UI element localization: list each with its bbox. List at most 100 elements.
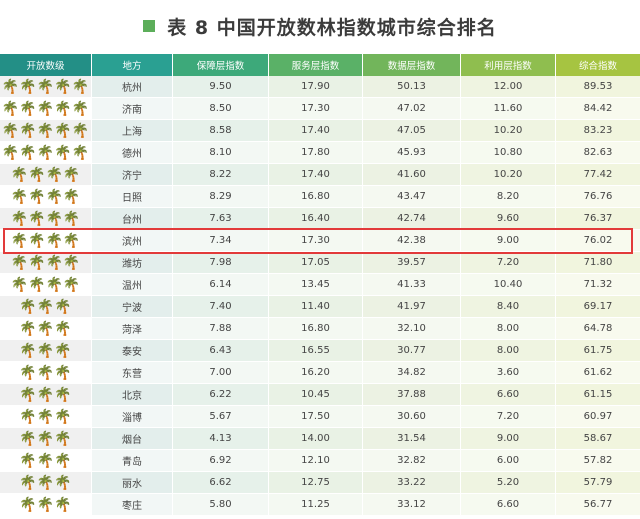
cell-data-index: 41.97: [363, 296, 461, 318]
cell-data-index: 34.82: [363, 362, 461, 384]
cell-service-index: 17.05: [269, 252, 363, 274]
table-row: 🌴🌴🌴🌴🌴 德州 8.10 17.80 45.93 10.80 82.63: [0, 142, 640, 164]
cell-composite-index: 76.02: [556, 230, 640, 252]
cell-guarantee-index: 7.00: [173, 362, 269, 384]
cell-composite-index: 69.17: [556, 296, 640, 318]
cell-usage-index: 10.40: [461, 274, 556, 296]
table-row: 🌴🌴🌴🌴 济宁 8.22 17.40 41.60 10.20 77.42: [0, 164, 640, 186]
cell-data-index: 43.47: [363, 186, 461, 208]
cell-data-index: 41.60: [363, 164, 461, 186]
cell-composite-index: 71.32: [556, 274, 640, 296]
table-row: 🌴🌴🌴 烟台 4.13 14.00 31.54 9.00 58.67: [0, 428, 640, 450]
cell-rank-level: 🌴🌴🌴🌴: [0, 186, 92, 208]
cell-rank-level: 🌴🌴🌴: [0, 450, 92, 472]
cell-usage-index: 6.60: [461, 494, 556, 516]
cell-service-index: 13.45: [269, 274, 363, 296]
cell-data-index: 37.88: [363, 384, 461, 406]
cell-service-index: 16.20: [269, 362, 363, 384]
cell-usage-index: 8.20: [461, 186, 556, 208]
cell-city: 烟台: [92, 428, 173, 450]
cell-guarantee-index: 9.50: [173, 76, 269, 98]
cell-usage-index: 9.60: [461, 208, 556, 230]
cell-city: 菏泽: [92, 318, 173, 340]
header-guarantee-index: 保障层指数: [173, 54, 269, 76]
cell-usage-index: 7.20: [461, 406, 556, 428]
cell-usage-index: 10.20: [461, 120, 556, 142]
cell-usage-index: 8.00: [461, 318, 556, 340]
cell-service-index: 14.00: [269, 428, 363, 450]
cell-rank-level: 🌴🌴🌴🌴: [0, 274, 92, 296]
table-row: 🌴🌴🌴 淄博 5.67 17.50 30.60 7.20 60.97: [0, 406, 640, 428]
cell-usage-index: 11.60: [461, 98, 556, 120]
cell-rank-level: 🌴🌴🌴🌴: [0, 208, 92, 230]
table-row: 🌴🌴🌴🌴🌴 济南 8.50 17.30 47.02 11.60 84.42: [0, 98, 640, 120]
cell-usage-index: 9.00: [461, 230, 556, 252]
cell-guarantee-index: 7.40: [173, 296, 269, 318]
cell-guarantee-index: 6.43: [173, 340, 269, 362]
cell-usage-index: 8.40: [461, 296, 556, 318]
table-row: 🌴🌴🌴 北京 6.22 10.45 37.88 6.60 61.15: [0, 384, 640, 406]
cell-data-index: 39.57: [363, 252, 461, 274]
cell-guarantee-index: 7.63: [173, 208, 269, 230]
cell-city: 德州: [92, 142, 173, 164]
cell-service-index: 17.50: [269, 406, 363, 428]
cell-guarantee-index: 8.22: [173, 164, 269, 186]
cell-composite-index: 83.23: [556, 120, 640, 142]
cell-composite-index: 61.75: [556, 340, 640, 362]
table-row: 🌴🌴🌴 丽水 6.62 12.75 33.22 5.20 57.79: [0, 472, 640, 494]
cell-rank-level: 🌴🌴🌴: [0, 340, 92, 362]
cell-composite-index: 89.53: [556, 76, 640, 98]
cell-composite-index: 71.80: [556, 252, 640, 274]
cell-guarantee-index: 8.58: [173, 120, 269, 142]
cell-usage-index: 7.20: [461, 252, 556, 274]
cell-guarantee-index: 4.13: [173, 428, 269, 450]
cell-service-index: 17.40: [269, 120, 363, 142]
cell-data-index: 42.38: [363, 230, 461, 252]
cell-composite-index: 58.67: [556, 428, 640, 450]
cell-usage-index: 3.60: [461, 362, 556, 384]
cell-usage-index: 9.00: [461, 428, 556, 450]
cell-data-index: 47.02: [363, 98, 461, 120]
cell-data-index: 32.10: [363, 318, 461, 340]
cell-service-index: 16.80: [269, 186, 363, 208]
header-rank-level: 开放数级: [0, 54, 92, 76]
cell-composite-index: 77.42: [556, 164, 640, 186]
cell-service-index: 16.40: [269, 208, 363, 230]
cell-rank-level: 🌴🌴🌴: [0, 472, 92, 494]
cell-data-index: 42.74: [363, 208, 461, 230]
table-row: 🌴🌴🌴🌴 台州 7.63 16.40 42.74 9.60 76.37: [0, 208, 640, 230]
cell-composite-index: 64.78: [556, 318, 640, 340]
cell-rank-level: 🌴🌴🌴🌴🌴: [0, 142, 92, 164]
cell-city: 泰安: [92, 340, 173, 362]
title-text: 表 8 中国开放数林指数城市综合排名: [167, 16, 497, 39]
header-data-index: 数据层指数: [363, 54, 461, 76]
cell-rank-level: 🌴🌴🌴: [0, 494, 92, 516]
cell-usage-index: 12.00: [461, 76, 556, 98]
cell-city: 济南: [92, 98, 173, 120]
cell-guarantee-index: 7.34: [173, 230, 269, 252]
cell-composite-index: 76.76: [556, 186, 640, 208]
table-row: 🌴🌴🌴🌴 温州 6.14 13.45 41.33 10.40 71.32: [0, 274, 640, 296]
cell-service-index: 17.40: [269, 164, 363, 186]
cell-data-index: 32.82: [363, 450, 461, 472]
cell-data-index: 30.77: [363, 340, 461, 362]
table-row: 🌴🌴🌴🌴🌴 杭州 9.50 17.90 50.13 12.00 89.53: [0, 76, 640, 98]
cell-data-index: 47.05: [363, 120, 461, 142]
cell-guarantee-index: 8.50: [173, 98, 269, 120]
table-header-row: 开放数级 地方 保障层指数 服务层指数 数据层指数 利用层指数 综合指数: [0, 54, 640, 76]
cell-usage-index: 10.20: [461, 164, 556, 186]
cell-composite-index: 61.62: [556, 362, 640, 384]
cell-data-index: 31.54: [363, 428, 461, 450]
cell-city: 青岛: [92, 450, 173, 472]
cell-guarantee-index: 8.29: [173, 186, 269, 208]
cell-rank-level: 🌴🌴🌴🌴: [0, 230, 92, 252]
cell-guarantee-index: 6.14: [173, 274, 269, 296]
cell-service-index: 17.90: [269, 76, 363, 98]
cell-composite-index: 84.42: [556, 98, 640, 120]
cell-guarantee-index: 5.80: [173, 494, 269, 516]
table-row: 🌴🌴🌴🌴 日照 8.29 16.80 43.47 8.20 76.76: [0, 186, 640, 208]
cell-usage-index: 5.20: [461, 472, 556, 494]
table-row: 🌴🌴🌴🌴🌴 上海 8.58 17.40 47.05 10.20 83.23: [0, 120, 640, 142]
cell-rank-level: 🌴🌴🌴: [0, 318, 92, 340]
table-row: 🌴🌴🌴 泰安 6.43 16.55 30.77 8.00 61.75: [0, 340, 640, 362]
